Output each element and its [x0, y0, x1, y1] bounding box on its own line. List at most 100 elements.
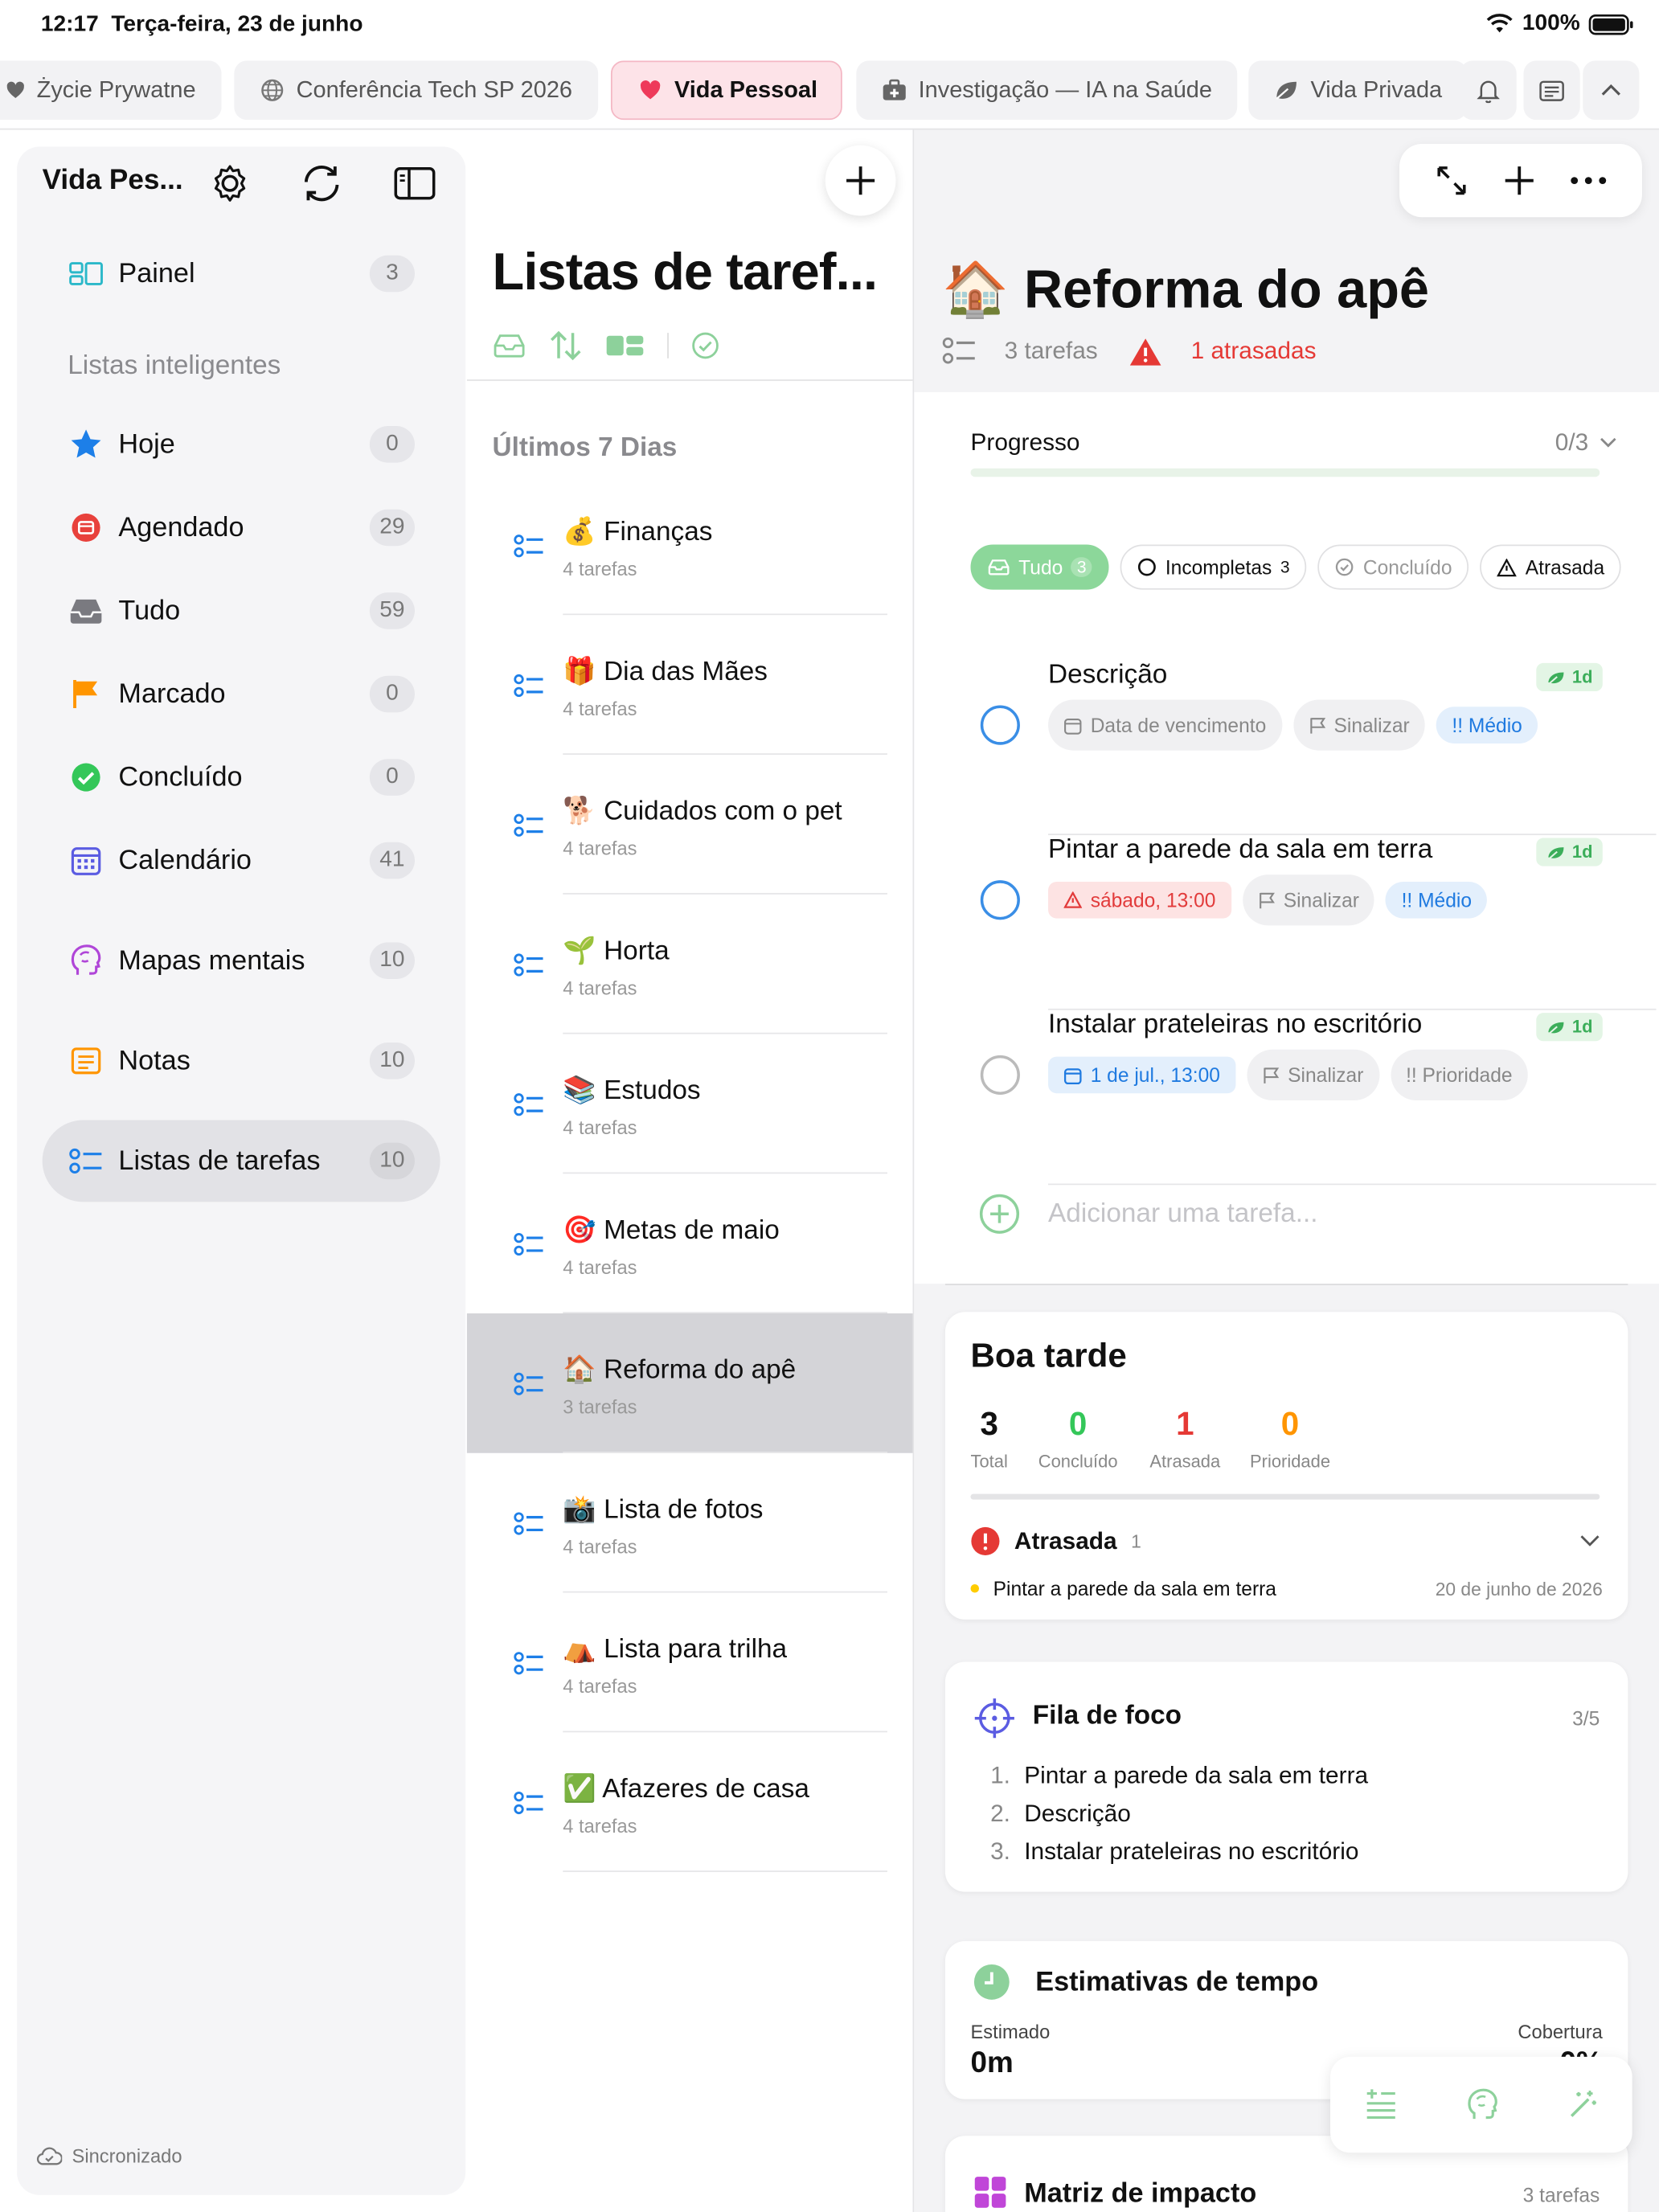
priority-button[interactable]: !! Médio: [1386, 881, 1488, 919]
due-date-button[interactable]: Data de vencimento: [1048, 699, 1282, 751]
priority-button[interactable]: !! Médio: [1436, 707, 1538, 743]
task-list-item[interactable]: 🐕 Cuidados com o pet 4 tarefas: [467, 755, 913, 895]
list-emoji: 🐕: [563, 797, 596, 827]
calendar-icon: [1063, 1066, 1082, 1084]
task-list-item[interactable]: 🎁 Dia das Mães 4 tarefas: [467, 615, 913, 755]
task-list-item[interactable]: 🌱 Horta 4 tarefas: [467, 895, 913, 1034]
brain-head-icon[interactable]: [1467, 2088, 1498, 2122]
layout-icon[interactable]: [605, 333, 645, 358]
toggle-sidebar-button[interactable]: [392, 161, 437, 206]
filter-concluido[interactable]: Concluído: [1317, 544, 1469, 590]
tab-vida-pessoal[interactable]: Vida Pessoal: [610, 60, 842, 121]
count-badge: 0: [369, 759, 415, 796]
reader-button[interactable]: [1523, 60, 1580, 121]
task-list-item[interactable]: ✅ Afazeres de casa 4 tarefas: [467, 1732, 913, 1873]
sidebar-item-notas[interactable]: Notas 10: [43, 1020, 440, 1102]
flag-button[interactable]: Sinalizar: [1247, 1049, 1379, 1100]
focus-item[interactable]: 2. Descrição: [990, 1800, 1131, 1829]
list-emoji: ⛺: [563, 1635, 596, 1665]
task-list-item[interactable]: 📸 Lista de fotos 4 tarefas: [467, 1453, 913, 1593]
summary-bar: [970, 1493, 1600, 1500]
filter-incompletas[interactable]: Incompletas 3: [1120, 544, 1307, 590]
calendar-icon: [69, 844, 103, 878]
inbox-filter-icon[interactable]: [493, 333, 526, 358]
due-date-button[interactable]: sábado, 13:00: [1048, 881, 1231, 919]
sidebar-item-tudo[interactable]: Tudo 59: [43, 570, 440, 652]
progress-toggle[interactable]: 0/3: [1555, 429, 1617, 457]
overdue-item[interactable]: Pintar a parede da sala em terra: [970, 1577, 1276, 1600]
tab-investigacao[interactable]: Investigação — IA na Saúde: [856, 60, 1238, 121]
clock-icon: [973, 1964, 1010, 2001]
flag-button[interactable]: Sinalizar: [1242, 875, 1375, 926]
sidebar-item-calendario[interactable]: Calendário 41: [43, 820, 440, 902]
sidebar-item-listas-de-tarefas[interactable]: Listas de tarefas 10: [42, 1120, 440, 1202]
due-date-button[interactable]: 1 de jul., 13:00: [1048, 1056, 1236, 1094]
list-emoji: 🌱: [563, 936, 596, 967]
priority-button[interactable]: !! Prioridade: [1390, 1049, 1528, 1100]
sidebar-item-mapas-mentais[interactable]: Mapas mentais 10: [43, 920, 440, 1002]
sidebar-item-agendado[interactable]: Agendado 29: [43, 487, 440, 569]
plus-circle-icon: [979, 1194, 1020, 1235]
sidebar-item-label: Marcado: [118, 678, 226, 709]
divider: [563, 1870, 887, 1873]
check-circle-outline-icon[interactable]: [691, 331, 719, 359]
add-task-input[interactable]: Adicionar uma tarefa...: [979, 1194, 1318, 1235]
globe-icon: [260, 78, 285, 104]
tab-vida-privada[interactable]: Vida Privada: [1248, 60, 1468, 121]
circle-icon: [1137, 557, 1157, 577]
sort-icon[interactable]: [549, 330, 583, 362]
tab-zycie-prywatne[interactable]: Życie Prywatne: [0, 60, 222, 121]
sidebar-item-label: Concluído: [118, 760, 243, 793]
task-list-item[interactable]: ⛺ Lista para trilha 4 tarefas: [467, 1593, 913, 1733]
sidebar-item-painel[interactable]: Painel 3: [43, 233, 440, 315]
list-task-count: 4 tarefas: [563, 1815, 637, 1837]
plus-icon[interactable]: [1504, 165, 1535, 196]
filter-atrasada[interactable]: Atrasada: [1480, 544, 1622, 590]
focus-item[interactable]: 3. Instalar prateleiras no escritório: [990, 1838, 1358, 1866]
task-list-item[interactable]: 🏠 Reforma do apê 3 tarefas: [466, 1313, 913, 1453]
settings-button[interactable]: [207, 161, 252, 206]
stat-value: 0: [1068, 1405, 1088, 1442]
add-list-item-icon[interactable]: [1365, 2089, 1399, 2120]
check-circle-icon: [69, 760, 103, 794]
leaf-icon: [1546, 844, 1567, 860]
task-checkbox[interactable]: [980, 1055, 1020, 1095]
priority-dot: [970, 1583, 980, 1593]
expand-icon[interactable]: [1434, 164, 1468, 198]
notifications-button[interactable]: [1460, 60, 1517, 121]
magic-wand-icon[interactable]: [1567, 2089, 1598, 2120]
task-checkbox[interactable]: [980, 705, 1020, 745]
flag-button[interactable]: Sinalizar: [1292, 699, 1426, 751]
sidebar-item-marcado[interactable]: Marcado 0: [43, 653, 440, 735]
chevron-down-icon[interactable]: [1580, 1535, 1600, 1546]
collapse-tabs-button[interactable]: [1583, 60, 1640, 121]
overdue-section-toggle[interactable]: Atrasada 1: [971, 1526, 1141, 1556]
overdue-count: 1 atrasadas: [1190, 337, 1317, 364]
list-name: 📚 Estudos: [563, 1076, 701, 1106]
workspace-title[interactable]: Vida Pes...: [43, 165, 183, 197]
task-list-item[interactable]: 🎯 Metas de maio 4 tarefas: [467, 1174, 913, 1313]
sidebar-item-hoje[interactable]: Hoje 0: [43, 403, 440, 485]
focus-queue-card: Fila de foco 3/5 1. Pintar a parede da sa…: [944, 1661, 1628, 1892]
add-list-button[interactable]: [825, 145, 896, 216]
stat-label: Total: [970, 1451, 1008, 1472]
sync-button[interactable]: [299, 161, 344, 206]
more-icon[interactable]: [1571, 176, 1608, 185]
task-list-item[interactable]: 📚 Estudos 4 tarefas: [467, 1034, 913, 1174]
stat-value: 1: [1176, 1405, 1194, 1442]
sidebar-item-concluido[interactable]: Concluído 0: [43, 736, 440, 818]
task-row[interactable]: Descrição 1d Data de vencimento Sinaliza…: [971, 660, 1657, 836]
list-name: ⛺ Lista para trilha: [563, 1635, 788, 1665]
progress-label: Progresso: [970, 428, 1080, 456]
task-row[interactable]: Instalar prateleiras no escritório 1d 1 …: [971, 1010, 1657, 1186]
focus-item[interactable]: 1. Pintar a parede da sala em terra: [990, 1762, 1368, 1790]
gear-icon: [211, 164, 250, 203]
list-name: ✅ Afazeres de casa: [563, 1774, 809, 1804]
task-list-item[interactable]: 💰 Finanças 4 tarefas: [467, 475, 913, 616]
tab-conferencia[interactable]: Conferência Tech SP 2026: [234, 60, 598, 121]
task-checkbox[interactable]: [980, 880, 1020, 920]
heart-icon: [637, 79, 663, 101]
filter-tudo[interactable]: Tudo 3: [970, 544, 1109, 590]
task-row[interactable]: Pintar a parede da sala em terra 1d sába…: [971, 835, 1657, 1010]
dashboard-icon: [69, 256, 103, 290]
